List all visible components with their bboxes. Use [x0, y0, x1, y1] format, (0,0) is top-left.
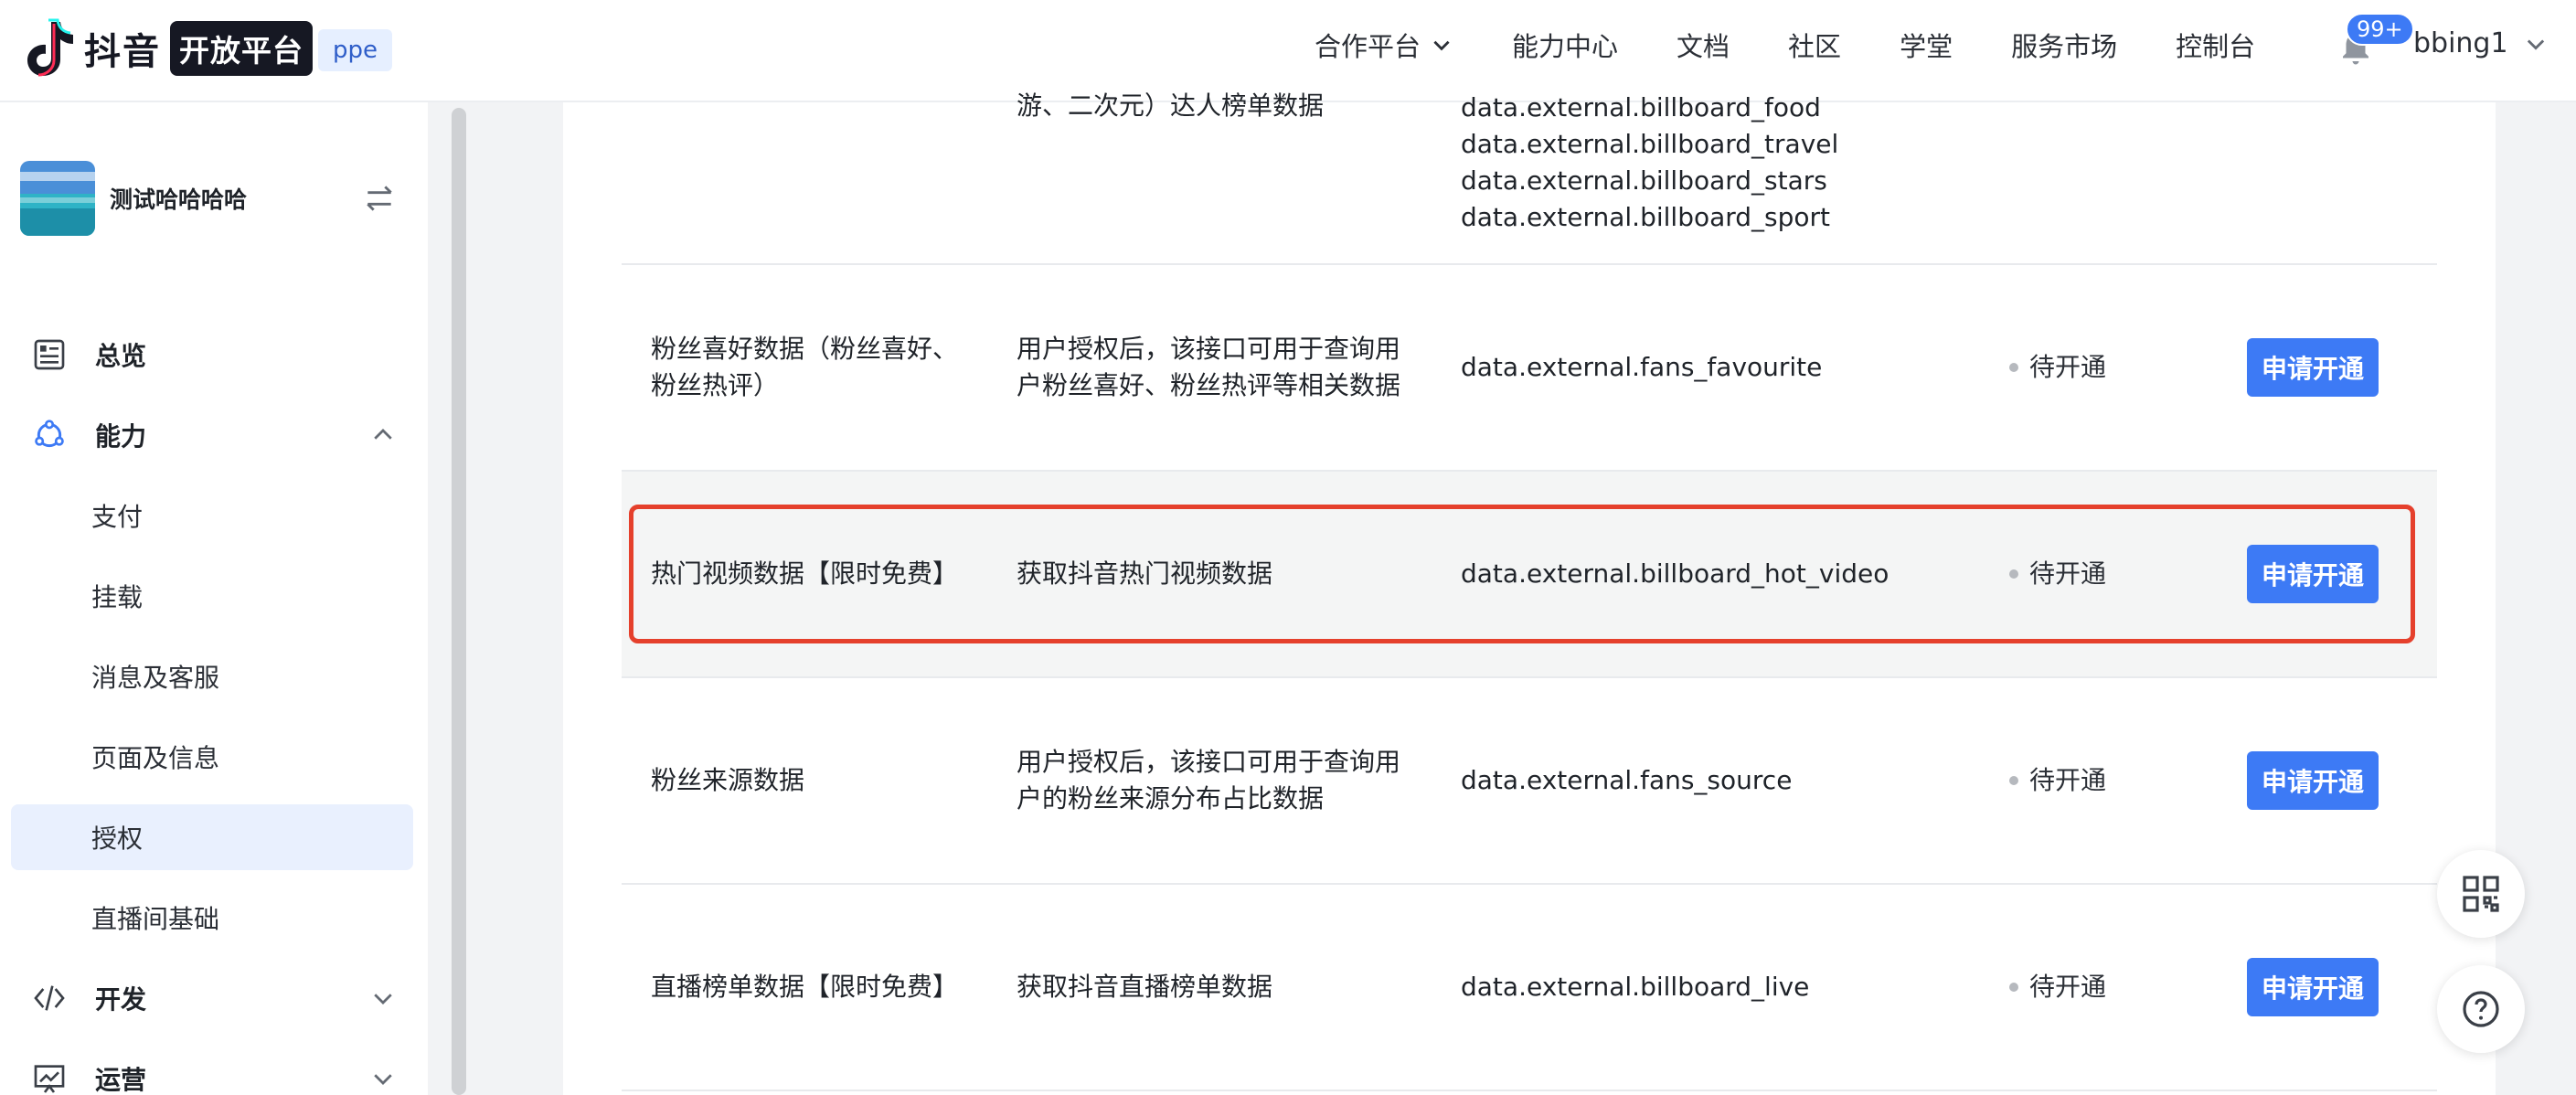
row-name: 直播榜单数据【限时免费】	[651, 972, 959, 1002]
table-row: 粉丝来源数据 用户授权后，该接口可用于查询用 户的粉丝来源分布占比数据 data…	[622, 678, 2437, 885]
nav-docs[interactable]: 文档	[1677, 26, 1730, 64]
douyin-note-icon	[27, 18, 73, 77]
switch-arrows-icon[interactable]	[362, 181, 397, 216]
row-scope-line: data.external.billboard_travel	[1461, 129, 1839, 159]
row-description: 用户授权后，该接口可用于查询用 户粉丝喜好、粉丝热评等相关数据	[1017, 331, 1419, 404]
capability-icon	[35, 420, 64, 448]
nav-capability-center[interactable]: 能力中心	[1512, 26, 1618, 64]
chevron-down-icon	[1433, 40, 1450, 51]
sidebar-scrollbar[interactable]	[452, 108, 466, 1095]
help-icon	[2463, 991, 2499, 1027]
row-description-line: 户粉丝喜好、粉丝热评等相关数据	[1017, 370, 1401, 400]
table-row: 游、二次元）达人榜单数据 data.external.billboard_foo…	[622, 90, 2437, 265]
logo-text: 抖音	[84, 31, 161, 73]
row-scope: data.external.billboard_food data.extern…	[1461, 90, 2009, 236]
table-row-highlighted: 热门视频数据【限时免费】 获取抖音热门视频数据 data.external.bi…	[622, 472, 2437, 678]
row-scope: data.external.fans_source	[1461, 765, 1793, 795]
app-avatar	[20, 161, 95, 236]
table-row: 粉丝喜好数据（粉丝喜好、 粉丝热评） 用户授权后，该接口可用于查询用 户粉丝喜好…	[622, 265, 2437, 472]
dashboard-icon	[34, 339, 65, 370]
row-description: 用户授权后，该接口可用于查询用 户的粉丝来源分布占比数据	[1017, 744, 1419, 817]
chevron-up-icon	[374, 429, 392, 440]
nav-academy[interactable]: 学堂	[1900, 26, 1953, 64]
row-description-line: 用户授权后，该接口可用于查询用	[1017, 747, 1401, 777]
status-dot	[2009, 983, 2018, 992]
table-row: 直播榜单数据【限时免费】 获取抖音直播榜单数据 data.external.bi…	[622, 885, 2437, 1091]
row-description: 获取抖音热门视频数据	[1017, 558, 1273, 589]
menu-operate[interactable]: 运营	[31, 1051, 397, 1095]
notification-badge: 99+	[2346, 13, 2414, 46]
page: 抖音 开放平台 ppe 合作平台 能力中心 文档 社区 学堂 服务市场 控制台 …	[0, 0, 2576, 1095]
row-description: 游、二次元）达人榜单数据	[1017, 90, 1325, 121]
menu-operate-label: 运营	[95, 1065, 147, 1095]
row-name: 粉丝来源数据	[651, 765, 805, 795]
nav-community[interactable]: 社区	[1788, 26, 1841, 64]
nav-cooperation[interactable]: 合作平台	[1315, 26, 1453, 64]
sidebar-item-payment[interactable]: 支付	[11, 483, 413, 548]
row-scope-line: data.external.billboard_stars	[1461, 165, 1827, 196]
nav-cooperation-label: 合作平台	[1315, 31, 1421, 62]
platform-logo[interactable]: 抖音 开放平台	[20, 18, 313, 79]
nav-console[interactable]: 控制台	[2176, 26, 2255, 64]
chevron-down-icon	[2527, 39, 2544, 50]
row-description-line: 户的粉丝来源分布占比数据	[1017, 783, 1325, 813]
row-description-line: 用户授权后，该接口可用于查询用	[1017, 334, 1401, 364]
row-scope-line: data.external.billboard_food	[1461, 92, 1821, 122]
menu-capability-label: 能力	[95, 421, 147, 452]
status-dot	[2009, 363, 2018, 372]
apply-button[interactable]: 申请开通	[2247, 958, 2379, 1016]
status-badge: 待开通	[2009, 556, 2106, 592]
status-badge: 待开通	[2009, 349, 2106, 386]
qr-code-icon	[2463, 876, 2499, 912]
code-icon	[34, 985, 65, 1011]
status-text: 待开通	[2029, 558, 2107, 589]
status-badge: 待开通	[2009, 762, 2106, 799]
status-text: 待开通	[2029, 972, 2107, 1002]
row-scope: data.external.billboard_hot_video	[1461, 558, 1889, 589]
logo-box: 开放平台	[170, 21, 313, 76]
status-text: 待开通	[2029, 352, 2107, 382]
menu-develop[interactable]: 开发	[31, 971, 397, 1026]
sidebar-item-live-room[interactable]: 直播间基础	[11, 885, 413, 951]
top-nav: 合作平台 能力中心 文档 社区 学堂 服务市场 控制台	[1315, 26, 2314, 64]
user-menu[interactable]: bbing1	[2413, 27, 2549, 59]
apply-button[interactable]: 申请开通	[2247, 338, 2379, 397]
status-badge: 待开通	[2009, 969, 2106, 1005]
row-description: 获取抖音直播榜单数据	[1017, 972, 1273, 1002]
apply-button[interactable]: 申请开通	[2247, 545, 2379, 603]
username: bbing1	[2413, 27, 2508, 59]
status-dot	[2009, 776, 2018, 785]
sidebar-item-mount[interactable]: 挂载	[11, 563, 413, 629]
apply-button[interactable]: 申请开通	[2247, 751, 2379, 810]
status-dot	[2009, 569, 2018, 579]
status-text: 待开通	[2029, 765, 2107, 795]
sidebar-item-authorization[interactable]: 授权	[11, 804, 413, 870]
env-badge: ppe	[318, 29, 393, 71]
row-scope: data.external.billboard_live	[1461, 972, 1810, 1002]
qr-code-button[interactable]	[2437, 850, 2525, 938]
help-button[interactable]	[2437, 965, 2525, 1053]
menu-overview-label: 总览	[95, 341, 147, 371]
row-name-line: 粉丝热评）	[651, 370, 780, 400]
row-scope: data.external.fans_favourite	[1461, 352, 1823, 382]
row-scope-line: data.external.billboard_sport	[1461, 202, 1831, 232]
nav-service-market[interactable]: 服务市场	[2011, 26, 2117, 64]
app-name: 测试哈哈哈哈	[110, 186, 248, 213]
chevron-down-icon	[374, 994, 392, 1005]
app-selector[interactable]: 测试哈哈哈哈	[20, 161, 247, 236]
sidebar-item-messages[interactable]: 消息及客服	[11, 643, 413, 709]
menu-develop-label: 开发	[95, 984, 147, 1015]
row-name-line: 粉丝喜好数据（粉丝喜好、	[651, 334, 959, 364]
row-name: 粉丝喜好数据（粉丝喜好、 粉丝热评）	[651, 331, 998, 404]
chart-icon	[34, 1065, 65, 1093]
menu-capability[interactable]: 能力	[31, 408, 397, 462]
sidebar-item-pages[interactable]: 页面及信息	[11, 724, 413, 790]
menu-overview[interactable]: 总览	[31, 327, 397, 382]
row-name: 热门视频数据【限时免费】	[651, 558, 959, 589]
chevron-down-icon	[374, 1074, 392, 1085]
